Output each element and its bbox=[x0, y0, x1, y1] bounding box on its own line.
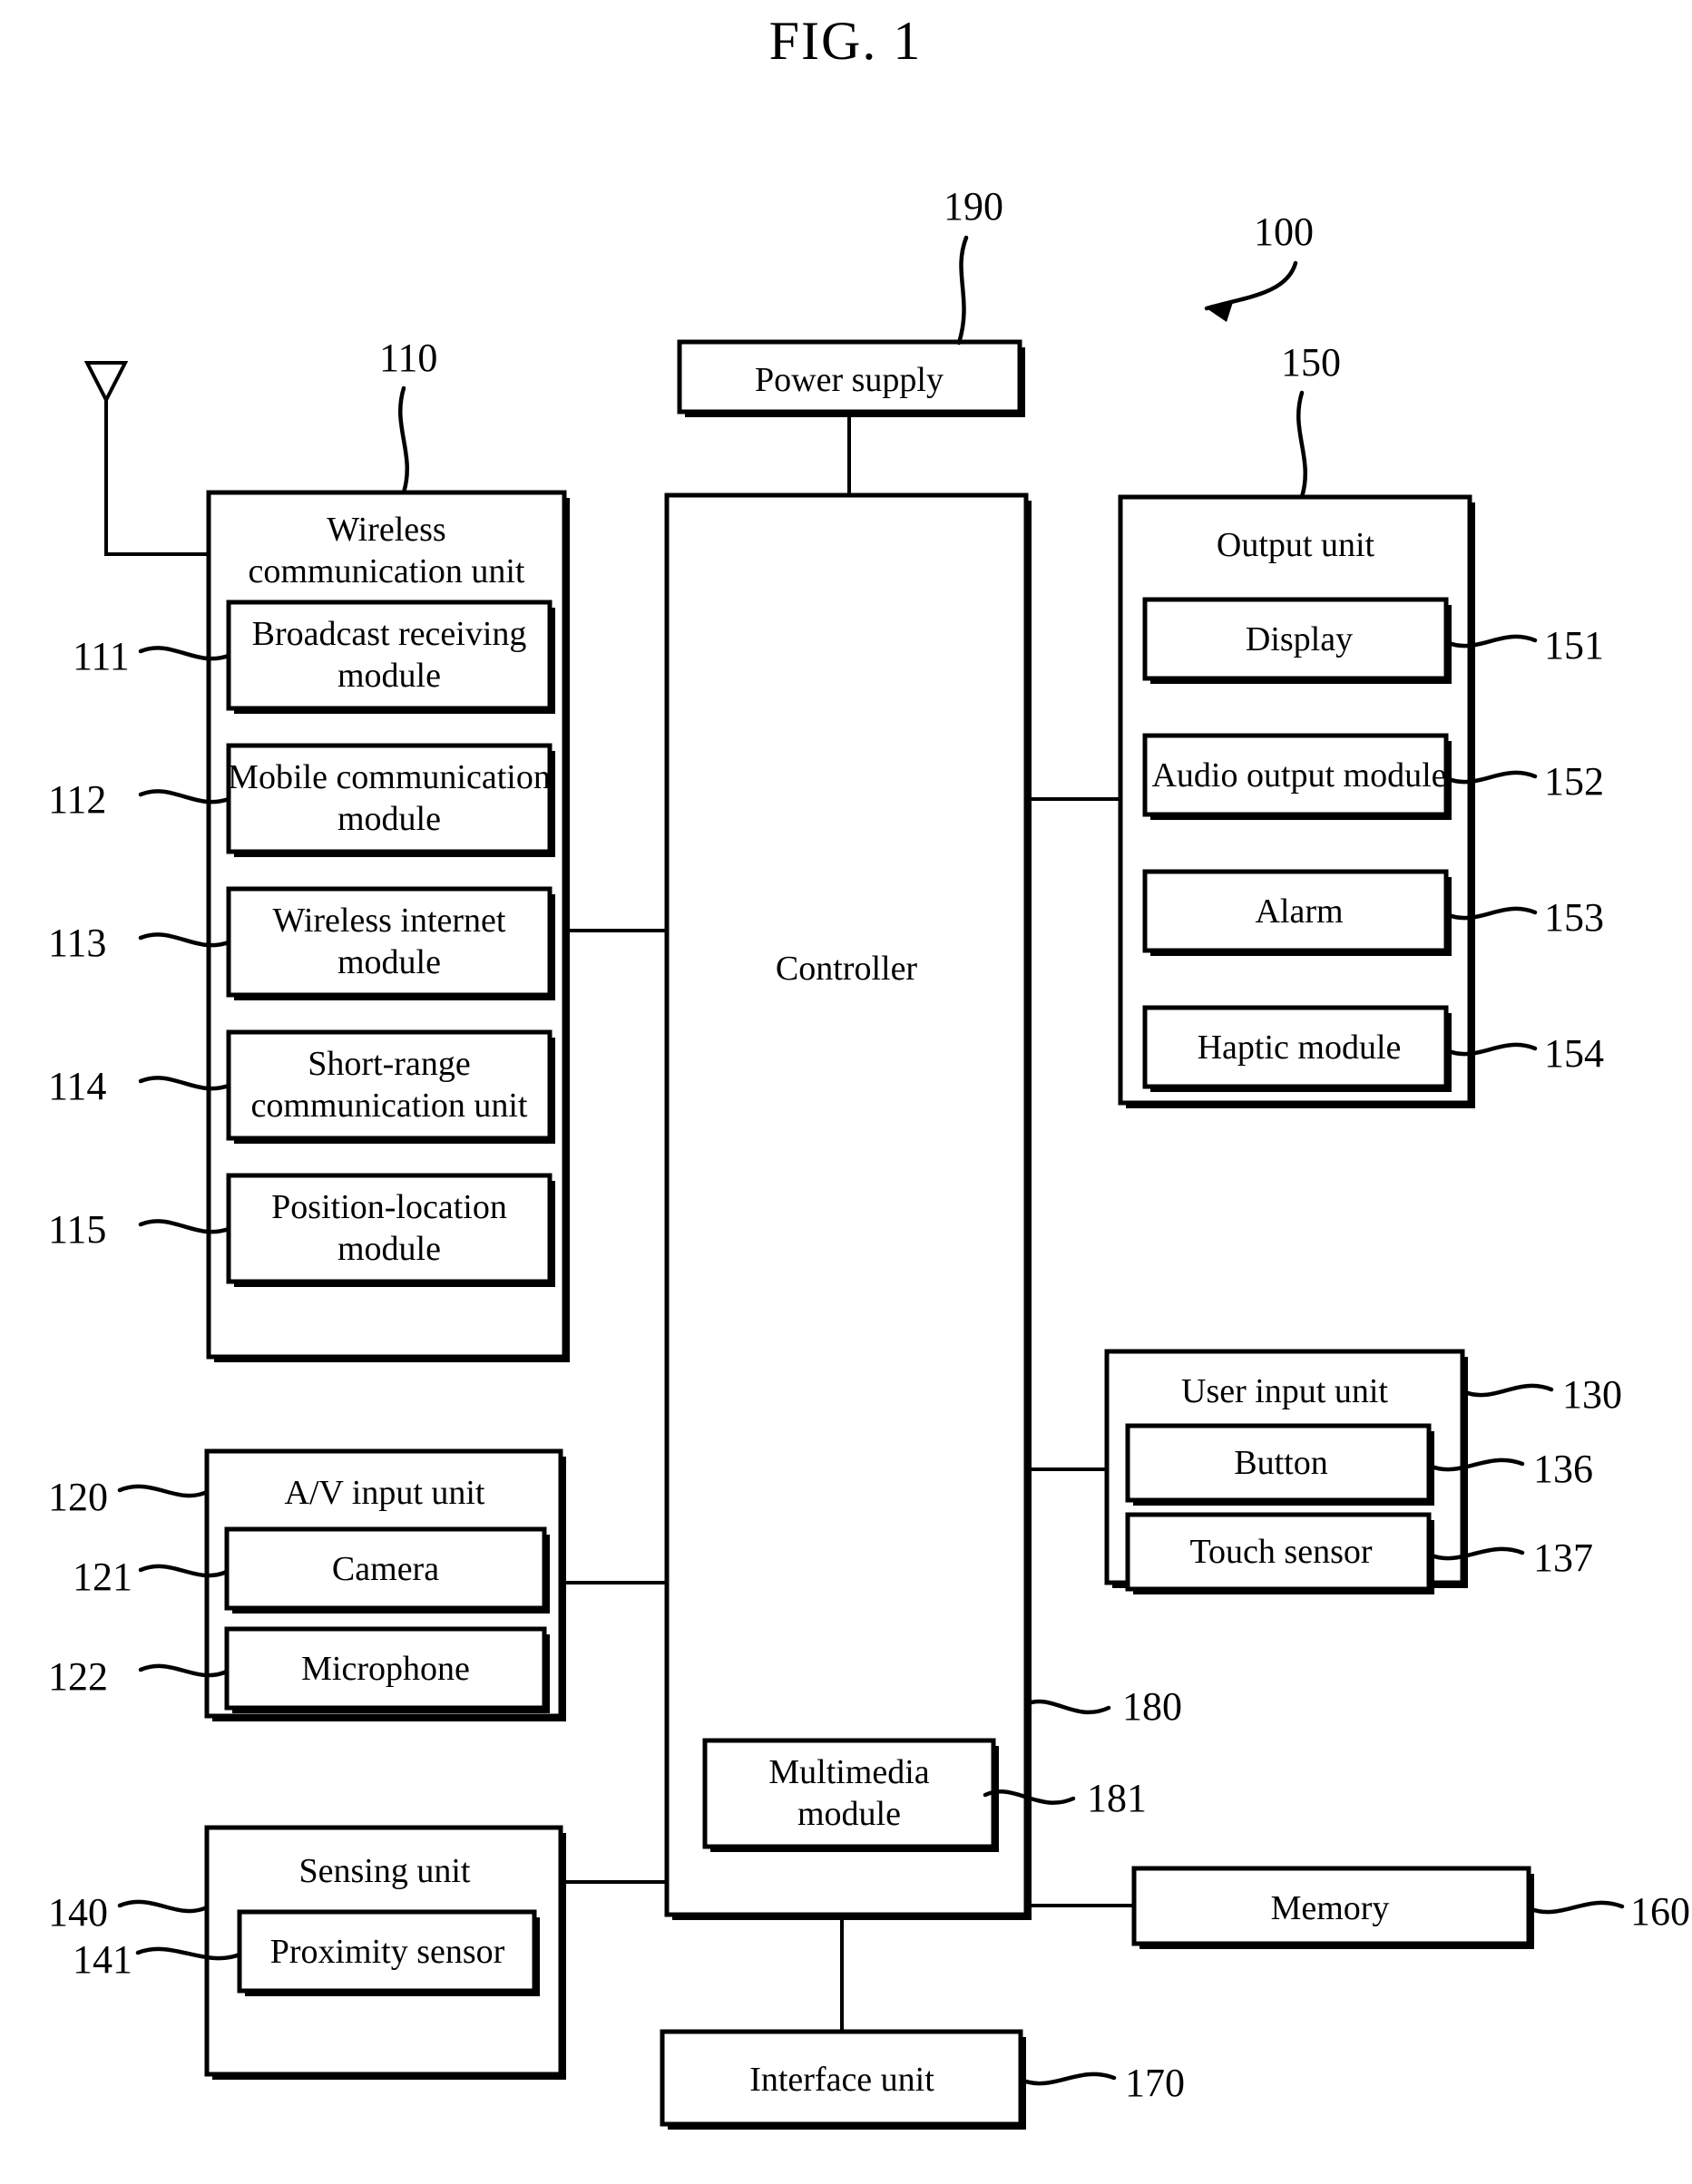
antenna-icon bbox=[83, 361, 217, 556]
controller-label: Controller bbox=[776, 950, 918, 988]
wireless-internet-module-line1: Wireless internet bbox=[273, 902, 506, 940]
user-input-unit-title: User input unit bbox=[1181, 1372, 1388, 1410]
mobile-communication-module-line1: Mobile communication bbox=[228, 758, 551, 796]
ref-141: 141 bbox=[73, 1937, 132, 1982]
alarm-label: Alarm bbox=[1255, 892, 1343, 931]
ref-140: 140 bbox=[48, 1890, 108, 1935]
haptic-module-label: Haptic module bbox=[1198, 1029, 1402, 1067]
ref-150: 150 bbox=[1281, 340, 1341, 385]
ref-136: 136 bbox=[1533, 1447, 1593, 1491]
ref-111: 111 bbox=[73, 634, 130, 678]
ref-112: 112 bbox=[48, 777, 106, 822]
wireless-communication-unit-title-line1: Wireless bbox=[327, 511, 445, 549]
ref-100: 100 bbox=[1254, 210, 1314, 254]
ref-151: 151 bbox=[1544, 623, 1604, 668]
ref-181: 181 bbox=[1087, 1776, 1147, 1820]
ref-152: 152 bbox=[1544, 759, 1604, 804]
proximity-sensor-label: Proximity sensor bbox=[270, 1933, 505, 1971]
figure-title: FIG. 1 bbox=[769, 11, 923, 71]
broadcast-receiving-module-line2: module bbox=[337, 657, 441, 695]
microphone-label: Microphone bbox=[301, 1650, 470, 1688]
ref-121: 121 bbox=[73, 1555, 132, 1599]
mobile-communication-module-line2: module bbox=[337, 800, 441, 838]
output-unit-title: Output unit bbox=[1217, 526, 1375, 564]
memory-label: Memory bbox=[1271, 1889, 1390, 1927]
patent-figure: FIG. 1 Power supply 190 100 Controller 1… bbox=[0, 0, 1692, 2184]
ref-110: 110 bbox=[379, 336, 437, 380]
wireless-internet-module-line2: module bbox=[337, 943, 441, 981]
controller-box bbox=[664, 492, 1029, 1917]
ref-154: 154 bbox=[1544, 1031, 1604, 1076]
ref-180: 180 bbox=[1122, 1684, 1182, 1729]
broadcast-receiving-module-line1: Broadcast receiving bbox=[252, 615, 527, 653]
av-input-unit-title: A/V input unit bbox=[285, 1474, 485, 1512]
ref-130: 130 bbox=[1562, 1372, 1622, 1417]
button-label: Button bbox=[1234, 1444, 1327, 1482]
sensing-unit-title: Sensing unit bbox=[299, 1852, 471, 1890]
ref-122: 122 bbox=[48, 1654, 108, 1699]
ref-190: 190 bbox=[944, 184, 1003, 229]
block-diagram: FIG. 1 Power supply 190 100 Controller 1… bbox=[48, 11, 1690, 2130]
interface-unit-label: Interface unit bbox=[749, 2061, 934, 2099]
position-location-module-line2: module bbox=[337, 1230, 441, 1268]
display-label: Display bbox=[1246, 620, 1353, 658]
ref-115: 115 bbox=[48, 1207, 106, 1252]
ref-114: 114 bbox=[48, 1064, 106, 1108]
power-supply-label: Power supply bbox=[755, 361, 944, 399]
ref-113: 113 bbox=[48, 921, 106, 965]
short-range-communication-unit-line2: communication unit bbox=[250, 1087, 527, 1125]
multimedia-module-label-line1: Multimedia bbox=[768, 1753, 929, 1791]
short-range-communication-unit-line1: Short-range bbox=[308, 1045, 470, 1083]
ref-170: 170 bbox=[1125, 2061, 1185, 2105]
ref-160: 160 bbox=[1630, 1889, 1690, 1934]
position-location-module-line1: Position-location bbox=[271, 1188, 507, 1226]
ref-137: 137 bbox=[1533, 1536, 1593, 1580]
camera-label: Camera bbox=[332, 1550, 439, 1588]
touch-sensor-label: Touch sensor bbox=[1189, 1533, 1372, 1571]
wireless-communication-unit-title-line2: communication unit bbox=[248, 552, 524, 590]
ref-153: 153 bbox=[1544, 895, 1604, 940]
multimedia-module-label-line2: module bbox=[797, 1795, 901, 1833]
ref-120: 120 bbox=[48, 1475, 108, 1519]
audio-output-module-label: Audio output module bbox=[1151, 756, 1446, 795]
